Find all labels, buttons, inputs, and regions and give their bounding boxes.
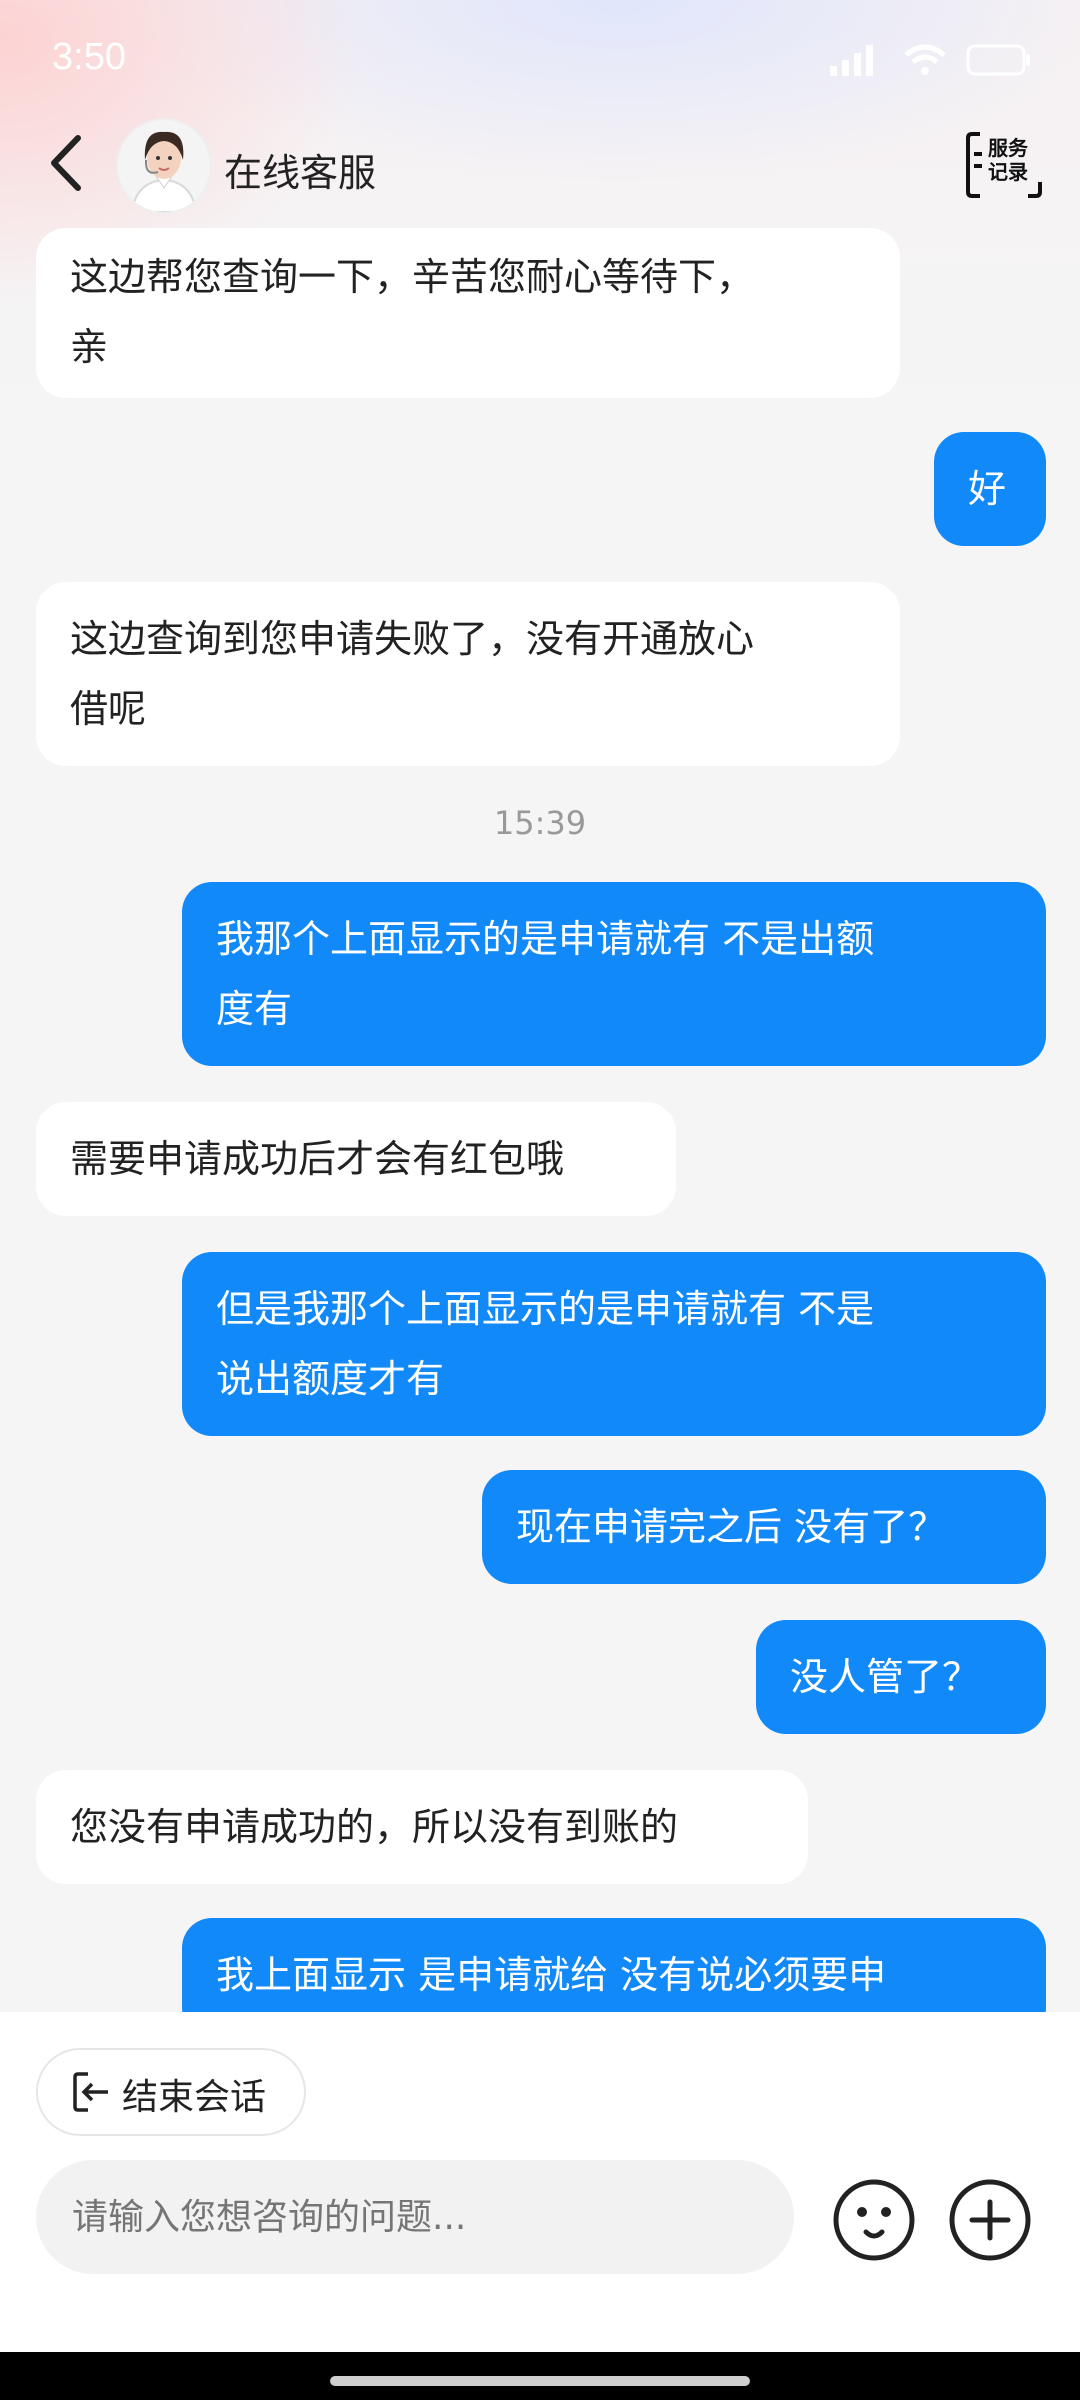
chat-header: 在线客服 服务 记录 — [0, 110, 1080, 220]
status-time: 3:50 — [52, 36, 126, 78]
back-icon[interactable] — [40, 128, 100, 198]
service-record-label: 服务 记录 — [988, 136, 1028, 184]
message-input[interactable] — [36, 2160, 794, 2274]
message-line: 没人管了？ — [790, 1655, 981, 1699]
input-panel: 结束会话 — [0, 2012, 1080, 2352]
exit-icon — [73, 2072, 108, 2112]
message-line: 但是我那个上面显示的是申请就有 不是 — [216, 1287, 875, 1331]
agent-avatar — [116, 118, 212, 214]
message-line: 我上面显示 是申请就给 没有说必须要申 — [216, 1953, 887, 1997]
user-message: 好 — [934, 432, 1046, 546]
message-line: 需要申请成功后才会有红包哦 — [70, 1137, 565, 1181]
user-message: 现在申请完之后 没有了？ — [482, 1470, 1046, 1584]
message-line: 这边查询到您申请失败了，没有开通放心 — [70, 617, 755, 661]
agent-message: 您没有申请成功的，所以没有到账的 — [36, 1770, 808, 1884]
status-icons — [828, 40, 1032, 80]
status-bar: 3:50 — [0, 0, 1080, 120]
wifi-icon — [904, 44, 946, 75]
message-line: 度有 — [216, 987, 293, 1031]
chat-title: 在线客服 — [224, 151, 377, 195]
signal-icon — [830, 45, 873, 76]
battery-icon — [966, 44, 1030, 76]
end-chat-label: 结束会话 — [122, 2077, 267, 2118]
home-indicator[interactable] — [330, 2376, 750, 2386]
emoji-icon[interactable] — [832, 2178, 916, 2262]
agent-avatar-icon — [118, 120, 210, 212]
message-timestamp: 15:39 — [493, 804, 587, 842]
user-message: 没人管了？ — [756, 1620, 1046, 1734]
agent-message: 需要申请成功后才会有红包哦 — [36, 1102, 676, 1216]
message-line: 您没有申请成功的，所以没有到账的 — [70, 1805, 679, 1849]
message-line: 这边帮您查询一下，辛苦您耐心等待下， — [70, 255, 755, 299]
end-chat-button[interactable]: 结束会话 — [36, 2048, 306, 2136]
service-record-button[interactable]: 服务 记录 — [966, 130, 1042, 200]
message-line: 亲 — [70, 325, 109, 369]
message-line: 我那个上面显示的是申请就有 不是出额 — [216, 917, 875, 961]
agent-message: 这边查询到您申请失败了，没有开通放心 借呢 — [36, 582, 900, 766]
message-line: 现在申请完之后 没有了？ — [516, 1505, 947, 1549]
message-line: 借呢 — [70, 687, 147, 731]
user-message: 但是我那个上面显示的是申请就有 不是 说出额度才有 — [182, 1252, 1046, 1436]
message-line: 好 — [968, 467, 1007, 511]
message-line: 说出额度才有 — [216, 1357, 445, 1401]
add-icon[interactable] — [948, 2178, 1032, 2262]
agent-message: 这边帮您查询一下，辛苦您耐心等待下， 亲 — [36, 228, 900, 398]
user-message: 我那个上面显示的是申请就有 不是出额 度有 — [182, 882, 1046, 1066]
